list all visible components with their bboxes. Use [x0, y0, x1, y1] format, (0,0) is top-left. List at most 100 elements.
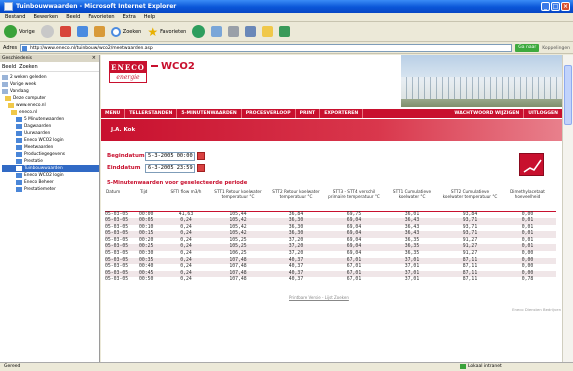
- refresh-button[interactable]: [76, 24, 88, 39]
- links-button[interactable]: Koppelingen: [542, 46, 570, 51]
- star-icon: ★: [147, 24, 159, 39]
- history-item[interactable]: Productiegegevens: [2, 151, 99, 158]
- history-item[interactable]: eneco.nl: [2, 109, 99, 116]
- home-button[interactable]: [93, 24, 105, 39]
- nav-procesverloop[interactable]: PROCESVERLOOP: [242, 109, 296, 118]
- history-item[interactable]: 2 weken geleden: [2, 74, 99, 81]
- history-item[interactable]: Deze computer: [2, 95, 99, 102]
- intranet-icon: [460, 364, 466, 369]
- history-item[interactable]: Prestatie: [2, 158, 99, 165]
- table-cell: 00:40: [139, 264, 154, 270]
- table-cell: 0,00: [521, 264, 534, 270]
- table-cell: 05-03-05: [105, 218, 139, 225]
- calendar-icon: [2, 89, 8, 94]
- column-header: Datum: [105, 189, 139, 212]
- table-row: 05-03-05 00:15 0,24 105,42 36,30 69,04 36,43 93…: [105, 231, 556, 238]
- back-arrow-icon: [4, 25, 17, 38]
- table-cell: 69,04: [346, 251, 362, 257]
- footer-link[interactable]: Printbare Versie - Lijst Zoeken: [289, 295, 349, 300]
- menu-favorites[interactable]: Favorieten: [88, 14, 114, 21]
- folder-button[interactable]: [262, 24, 274, 39]
- menu-view[interactable]: Beeld: [66, 14, 80, 21]
- address-input[interactable]: http://www.eneco.nl/tuinbouw/wco2/meetwa…: [20, 44, 513, 52]
- nav-tellerstanden[interactable]: TELLERSTANDEN: [125, 109, 178, 118]
- nav-print[interactable]: PRINT: [296, 109, 321, 118]
- sidebar-search-button[interactable]: Zoeken: [19, 64, 38, 70]
- history-item-selected[interactable]: Tuinbouwwaarden: [2, 165, 99, 172]
- sidebar-view-button[interactable]: Beeld: [2, 64, 16, 70]
- history-item[interactable]: Meetwaarden: [2, 144, 99, 151]
- menu-tools[interactable]: Extra: [123, 14, 136, 21]
- forward-button[interactable]: [40, 24, 54, 39]
- stop-button[interactable]: [59, 24, 71, 39]
- history-item[interactable]: Eneco Beheer: [2, 179, 99, 186]
- history-item[interactable]: Eneco WCO2 login: [2, 172, 99, 179]
- search-icon: [110, 26, 121, 37]
- history-item[interactable]: 5 Minutenwaarden: [2, 116, 99, 123]
- history-item[interactable]: Dagwaarden: [2, 123, 99, 130]
- print-button[interactable]: [228, 24, 240, 39]
- table-cell: 107,48: [229, 277, 247, 283]
- table-cell: 36,43: [383, 218, 441, 225]
- end-date-input[interactable]: 6-3-2005 23:59: [145, 163, 195, 173]
- column-header: STT3 - STT4 verschil primaire temperatuu…: [325, 189, 383, 212]
- menu-file[interactable]: Bestand: [5, 14, 25, 21]
- search-button[interactable]: Zoeken: [110, 24, 141, 39]
- edit-button[interactable]: [245, 24, 257, 39]
- column-header: Dimethylacetaat hoeveelheid: [499, 189, 556, 212]
- sidebar-close-icon[interactable]: ×: [92, 55, 96, 61]
- table-cell: 69,04: [325, 218, 383, 225]
- history-item[interactable]: www.eneco.nl: [2, 102, 99, 109]
- page-icon: [16, 159, 22, 164]
- history-item[interactable]: Eneco WCO2 login: [2, 137, 99, 144]
- nav-exporteren[interactable]: EXPORTEREN: [320, 109, 364, 118]
- scrollbar-thumb[interactable]: [564, 65, 572, 125]
- go-button[interactable]: Ga naar: [515, 44, 540, 52]
- nav-menu[interactable]: MENU: [101, 109, 126, 118]
- status-bar: Gereed Lokaal intranet: [0, 362, 573, 371]
- calendar-icon[interactable]: [197, 152, 205, 160]
- begin-date-input[interactable]: 5-3-2005 00:00: [145, 151, 195, 161]
- nav-wachtwoord-wijzigen[interactable]: WACHTWOORD WIJZIGEN: [450, 109, 525, 118]
- history-button[interactable]: [192, 24, 206, 39]
- table-cell: 05-03-05: [105, 264, 129, 270]
- nav-5-minutenwaarden[interactable]: 5-MINUTENWAARDEN: [177, 109, 242, 118]
- table-cell: 0,24: [163, 231, 209, 238]
- chart-icon[interactable]: [519, 153, 544, 176]
- history-item[interactable]: Vorige week: [2, 81, 99, 88]
- maximize-button[interactable]: □: [551, 2, 560, 11]
- mail-button[interactable]: [211, 24, 223, 39]
- table-cell: 00:15: [139, 231, 163, 238]
- column-header: SFTI flow m3/h: [163, 189, 209, 212]
- history-icon: [192, 25, 206, 38]
- table-cell: 91,27: [462, 251, 478, 257]
- history-item[interactable]: Prestatiemeter: [2, 186, 99, 193]
- status-text: Gereed: [4, 364, 21, 369]
- stop-icon: [59, 26, 71, 37]
- menu-edit[interactable]: Bewerken: [33, 14, 58, 21]
- messenger-button[interactable]: [279, 24, 291, 39]
- minimize-button[interactable]: _: [541, 2, 550, 11]
- table-cell: 105,42: [209, 218, 267, 225]
- history-item[interactable]: Vandaag: [2, 88, 99, 95]
- table-cell: 87,11: [462, 277, 478, 283]
- table-row: 05-03-05 00:30 0,24 106,25 37,20 69,04 36,35 91…: [105, 251, 556, 258]
- table-cell: 05-03-05: [105, 251, 129, 257]
- page-icon: [16, 124, 22, 129]
- end-row: Einddatum 6-3-2005 23:59: [107, 163, 205, 173]
- calendar-icon[interactable]: [197, 164, 205, 172]
- history-item[interactable]: Uurwaarden: [2, 130, 99, 137]
- table-cell: 106,25: [229, 251, 247, 257]
- column-header: STT1 Retour koelwater temperatuur °C: [209, 189, 267, 212]
- favorites-button[interactable]: ★ Favorieten: [147, 24, 186, 39]
- page-icon: [16, 117, 22, 122]
- back-button[interactable]: Vorige: [4, 24, 35, 39]
- ie-icon: [4, 2, 13, 11]
- table-row: 05-03-05 00:35 0,24 107,48 40,37 67,01 37,01 87…: [105, 257, 556, 265]
- folder-icon: [11, 110, 17, 115]
- nav-uitloggen[interactable]: UITLOGGEN: [524, 109, 562, 118]
- vertical-scrollbar[interactable]: [562, 55, 573, 362]
- menu-help[interactable]: Help: [144, 14, 155, 21]
- close-button[interactable]: ×: [561, 2, 570, 11]
- menu-bar: Bestand Bewerken Beeld Favorieten Extra …: [0, 13, 573, 22]
